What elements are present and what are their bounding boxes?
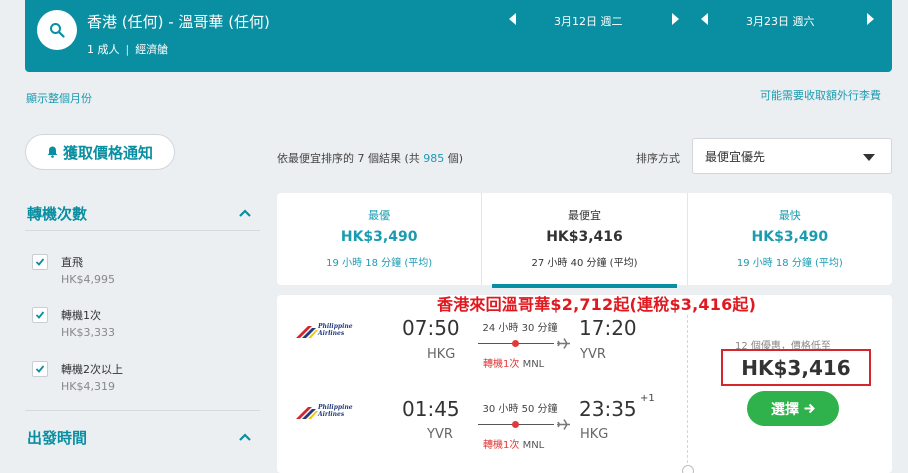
select-label: 選擇 [771,401,799,418]
search-summary-bar[interactable]: 香港 (任何) - 溫哥華 (任何) 1 成人 | 經濟艙 3月12日 週二 3月2… [25,0,892,72]
results-count: 依最便宜排序的 7 個結果 (共 985 個) [277,150,463,166]
airline-logo-icon [296,326,318,338]
sort-dropdown[interactable]: 最便宜優先 [692,138,892,174]
inbound-depart-time: 01:45 [402,397,460,421]
direct-price: HK$4,995 [61,273,115,286]
tab-label: 最優 [368,209,391,222]
tab-duration: 27 小時 40 分鐘 (平均) [531,258,638,269]
return-prev-day-arrow-icon[interactable] [701,13,708,25]
outbound-depart-airport: HKG [427,347,456,362]
results-total-link[interactable]: 985 [423,152,444,165]
inbound-arrive-airport: HKG [580,427,609,442]
divider [687,315,688,473]
two-plus-stops-label: 轉機2次以上 [61,363,123,376]
inbound-arrive-time: 23:35 [579,397,637,421]
stop-airport: MNL [522,440,545,451]
two-plus-stops-price: HK$4,319 [61,380,115,393]
show-whole-month-link[interactable]: 顯示整個月份 [26,90,92,106]
tab-price: HK$3,490 [751,229,829,245]
depart-date[interactable]: 3月12日 週二 [554,10,623,32]
results-suffix: 個) [444,152,464,165]
checkmark-icon [35,365,45,373]
search-route[interactable]: 香港 (任何) - 溫哥華 (任何) [87,11,270,32]
departure-time-filter-title[interactable]: 出發時間 [27,427,87,448]
stop-airport: MNL [522,359,545,370]
cabin-class: 經濟艙 [135,43,169,56]
plus-day-indicator: +1 [640,393,655,404]
one-stop-label: 轉機1次 [61,309,101,322]
extra-baggage-fees-link[interactable]: 可能需要收取額外行李費 [760,87,881,103]
direct-label: 直飛 [61,256,83,269]
divider [25,230,260,231]
sort-selected-value: 最便宜優先 [705,149,766,164]
direct-checkbox[interactable] [32,254,48,270]
results-mid: 排序的 7 個結果 (共 [321,152,424,165]
tab-duration: 19 小時 18 分鐘 (平均) [326,258,433,269]
bell-icon [47,146,58,158]
plane-icon [557,419,570,430]
inbound-duration: 30 小時 50 分鐘 [482,404,558,415]
depart-next-day-arrow-icon[interactable] [672,13,679,25]
sort-tabs: 最優 HK$3,490 19 小時 18 分鐘 (平均) 最便宜 HK$3,41… [277,193,892,288]
arrow-right-icon [804,403,815,414]
sort-label: 排序方式 [636,152,680,165]
scroll-indicator [682,465,694,473]
tab-cheapest[interactable]: 最便宜 HK$3,416 27 小時 40 分鐘 (平均) [481,193,686,288]
price-alert-label: 獲取價格通知 [62,143,153,162]
return-date[interactable]: 3月23日 週六 [746,10,815,32]
outbound-route-line [478,338,570,349]
plane-icon [557,338,570,349]
passenger-cabin-summary[interactable]: 1 成人 | 經濟艙 [87,41,168,57]
airline-logo-inbound: Philippine Airlines [296,404,358,424]
stops-filter-title[interactable]: 轉機次數 [27,203,87,224]
tab-price: HK$3,416 [546,229,623,245]
tab-duration: 19 小時 18 分鐘 (平均) [736,258,843,269]
inbound-stops: 轉機1次 MNL [483,436,544,451]
price-alert-button[interactable]: 獲取價格通知 [25,134,175,170]
stops-count: 轉機1次 [483,359,520,370]
airline-name: Philippine Airlines [318,323,353,337]
separator: | [125,43,130,56]
checkmark-icon [35,258,45,266]
result-price: HK$3,416 [721,349,871,386]
promo-annotation: 香港來回溫哥華$2,712起(連稅$3,416起) [437,295,757,314]
outbound-depart-time: 07:50 [402,316,460,340]
inbound-depart-airport: YVR [427,427,453,442]
search-button[interactable] [37,10,77,50]
tab-price: HK$3,490 [340,229,418,245]
checkmark-icon [35,311,45,319]
airline-logo-outbound: Philippine Airlines [296,323,358,343]
select-flight-button[interactable]: 選擇 [747,391,839,426]
results-prefix: 依 [277,152,288,165]
outbound-stops: 轉機1次 MNL [483,355,544,370]
stops-count: 轉機1次 [483,440,520,451]
tab-fastest[interactable]: 最快 HK$3,490 19 小時 18 分鐘 (平均) [686,193,892,285]
collapse-departure-time-chevron-icon[interactable] [239,433,251,441]
one-stop-price: HK$3,333 [61,326,115,339]
results-sort-key: 最便宜 [288,152,321,165]
two-plus-stops-checkbox[interactable] [32,361,48,377]
depart-prev-day-arrow-icon[interactable] [509,13,516,25]
one-stop-checkbox[interactable] [32,307,48,323]
airline-name: Philippine Airlines [318,404,353,418]
outbound-arrive-airport: YVR [580,347,606,362]
inbound-route-line [478,419,570,430]
tab-label: 最快 [778,209,801,222]
tab-best[interactable]: 最優 HK$3,490 19 小時 18 分鐘 (平均) [277,193,481,285]
outbound-duration: 24 小時 30 分鐘 [482,323,558,334]
airline-logo-icon [296,407,318,419]
caret-down-icon [863,154,875,161]
stop-dot [512,340,519,347]
collapse-stops-chevron-icon[interactable] [239,209,251,217]
passenger-count: 1 成人 [87,43,120,56]
stop-dot [512,421,519,428]
divider [25,410,260,411]
return-next-day-arrow-icon[interactable] [867,13,874,25]
outbound-arrive-time: 17:20 [579,316,637,340]
search-icon [50,23,65,38]
tab-label: 最便宜 [567,209,601,222]
